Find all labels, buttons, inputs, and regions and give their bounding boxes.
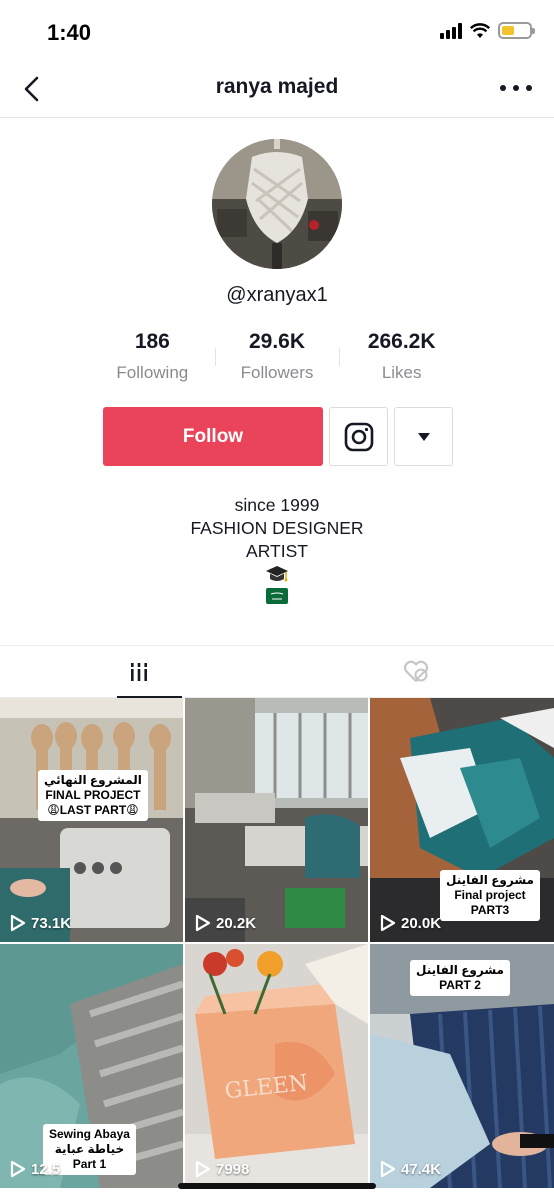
nav-bar: ranya majed [0,64,554,118]
instagram-icon [344,422,373,451]
home-indicator [178,1183,376,1189]
cellular-signal-icon [440,22,462,39]
profile-stats: 186 Following 29.6K Followers 266.2K Lik… [90,330,464,390]
page-title: ranya majed [215,75,339,98]
caption-line: Sewing Abaya [49,1127,130,1141]
view-count-text: 73.1K [31,914,72,932]
caption-line: PART 2 [439,978,481,992]
caption-line: FINAL PROJECT [45,788,141,802]
view-count-text: 20.0K [401,914,442,932]
bio: since 1999 FASHION DESIGNER ARTIST [0,494,554,604]
wifi-icon [470,22,490,38]
play-icon [380,914,396,932]
caption-line: 😩LAST PART😩 [47,803,139,817]
bio-line: ARTIST [246,541,308,561]
view-count-text: 7998 [216,1160,250,1178]
saudi-flag-icon [266,588,288,604]
tab-liked[interactable] [277,646,554,697]
status-bar: 1:40 [0,0,554,64]
video-grid: المشروع النهائي FINAL PROJECT 😩LAST PART… [0,698,554,1188]
video-thumbnail[interactable]: المشروع النهائي FINAL PROJECT 😩LAST PART… [0,698,183,942]
video-thumbnail[interactable]: مشروع الفاينل PART 2 47.4K [370,944,554,1188]
caption-line: مشروع الفاينل [416,963,504,977]
tab-videos[interactable] [0,646,277,698]
status-icons [440,22,535,39]
caret-down-icon [417,432,430,441]
view-count: 73.1K [10,914,71,932]
battery-icon [498,22,535,39]
graduation-cap-icon [266,566,288,582]
status-time: 1:40 [47,20,92,45]
profile-tabs [0,645,554,698]
more-options-icon[interactable] [500,76,532,100]
following-count: 186 [134,330,170,353]
play-icon [380,1160,396,1178]
view-count: 12.5 [10,1160,60,1178]
bio-line: FASHION DESIGNER [190,518,364,538]
play-icon [195,1160,211,1178]
profile-actions: Follow [103,407,453,466]
video-caption: المشروع النهائي FINAL PROJECT 😩LAST PART… [38,770,148,821]
view-count-text: 20.2K [216,914,257,932]
instagram-button[interactable] [329,407,388,466]
view-count: 7998 [195,1160,249,1178]
following-label: Following [116,363,189,382]
suggested-accounts-button[interactable] [394,407,453,466]
view-count: 47.4K [380,1160,441,1178]
video-thumbnail[interactable]: Sewing Abaya خياطة عباية Part 1 12.5 [0,944,183,1188]
grid-icon [128,662,149,681]
video-thumbnail[interactable]: 20.2K [185,698,368,942]
view-count-text: 47.4K [401,1160,442,1178]
caption-line: مشروع الفاينل [446,873,534,887]
video-thumbnail[interactable]: GLEEN 7998 [185,944,368,1188]
view-count: 20.2K [195,914,256,932]
video-thumbnail[interactable]: مشروع الفاينل Final project PART3 20.0K [370,698,554,942]
heart-hidden-icon [403,660,428,682]
video-caption: مشروع الفاينل Final project PART3 [440,870,540,921]
view-count-text: 12.5 [31,1160,61,1178]
caption-line: Final project [454,888,526,902]
view-count: 20.0K [380,914,441,932]
follow-button[interactable]: Follow [103,407,323,466]
caption-line: خياطة عباية [54,1142,125,1156]
caption-line: PART3 [470,903,510,917]
followers-count: 29.6K [248,330,306,353]
play-icon [10,914,26,932]
play-icon [195,914,211,932]
username: @xranyax1 [226,284,328,306]
bio-line: since 1999 [234,495,320,515]
followers-label: Followers [240,363,314,382]
play-icon [10,1160,26,1178]
likes-stat: 266.2K Likes [339,330,464,390]
caption-line: Part 1 [72,1157,107,1171]
avatar[interactable] [212,139,342,269]
caption-line: المشروع النهائي [44,773,142,787]
following-stat[interactable]: 186 Following [90,330,215,390]
followers-stat[interactable]: 29.6K Followers [214,330,340,390]
video-caption: مشروع الفاينل PART 2 [410,960,510,996]
likes-label: Likes [381,363,422,382]
likes-count: 266.2K [367,330,436,353]
